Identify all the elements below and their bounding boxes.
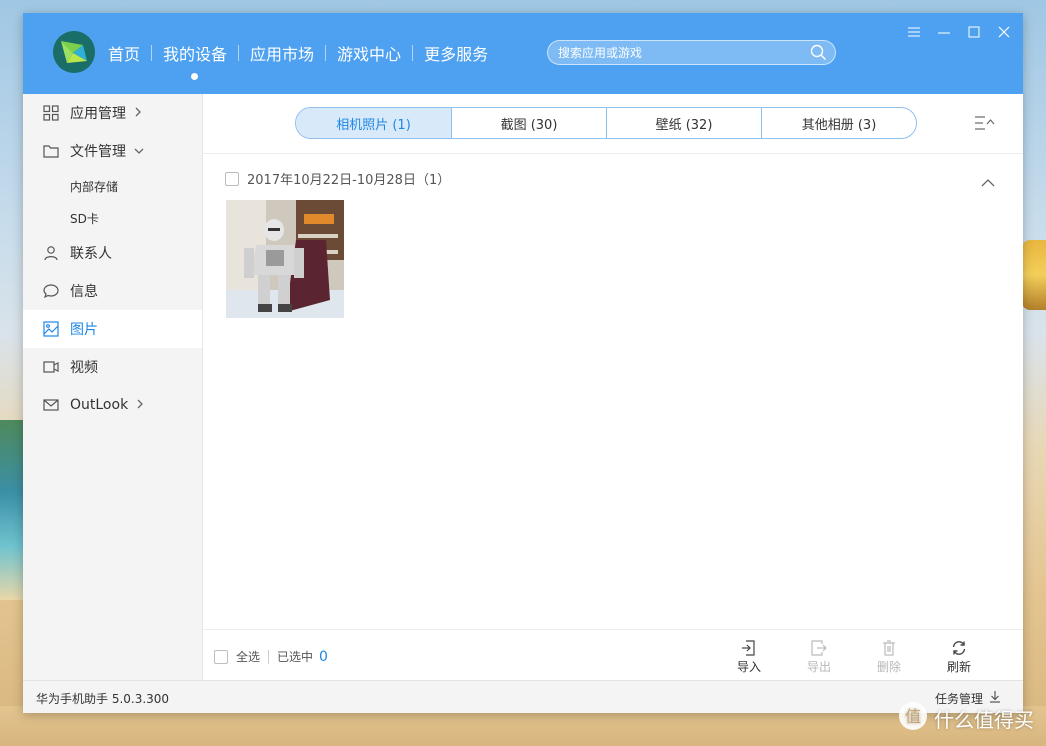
sidebar-item-label: 内部存储 [70,179,119,194]
tab-screenshots[interactable]: 截图 (30) [451,108,606,138]
selected-label: 已选中 [277,650,314,664]
main-content: 相机照片 (1) 截图 (30) 壁纸 (32) 其他相册 (3) 2017年1… [203,94,1023,680]
grid-icon [43,105,59,121]
delete-button[interactable]: 删除 [869,638,909,675]
sidebar-item-outlook[interactable]: OutLook [23,386,202,424]
watermark-text: 什么值得买 [934,708,1034,732]
chevron-right-icon [136,397,144,413]
trash-icon [869,638,909,658]
sidebar-item-label: 视频 [70,360,98,376]
group-checkbox[interactable] [225,171,239,186]
sidebar-item-label: SD卡 [70,211,99,226]
refresh-button[interactable]: 刷新 [939,638,979,675]
nav-game-center[interactable]: 游戏中心 [326,41,412,65]
folder-icon [43,143,59,159]
chevron-right-icon [134,105,142,121]
divider [203,153,1023,154]
album-tabs: 相机照片 (1) 截图 (30) 壁纸 (32) 其他相册 (3) [295,107,917,139]
bottom-toolbar: 全选 已选中 0 导入 导出 删除 刷新 [203,629,1023,680]
watermark: 值 什么值得买 [898,701,1034,736]
tab-wallpapers[interactable]: 壁纸 (32) [606,108,761,138]
status-bar: 华为手机助手 5.0.3.300 任务管理 [23,680,1023,713]
import-label: 导入 [736,660,761,674]
search-input[interactable] [556,44,800,61]
date-group-label: 2017年10月22日-10月28日（1） [247,173,451,188]
main-nav: 首页 我的设备 应用市场 游戏中心 更多服务 [97,41,499,80]
active-nav-indicator [191,73,199,80]
chevron-up-icon[interactable] [981,172,995,191]
menu-icon[interactable] [905,23,923,41]
delete-label: 删除 [876,660,901,674]
tab-camera-photos[interactable]: 相机照片 (1) [296,108,451,138]
sidebar-item-videos[interactable]: 视频 [23,348,202,386]
maximize-icon[interactable] [965,23,983,41]
export-icon [799,638,839,658]
person-icon [43,245,59,261]
sidebar-item-contacts[interactable]: 联系人 [23,234,202,272]
nav-my-device[interactable]: 我的设备 [152,41,238,80]
sidebar-item-app-management[interactable]: 应用管理 [23,94,202,132]
sidebar-item-label: 联系人 [70,246,112,262]
import-button[interactable]: 导入 [729,638,769,675]
chat-icon [43,283,59,299]
separator [268,649,270,664]
window-controls [905,23,1013,41]
close-icon[interactable] [995,23,1013,41]
select-all-area: 全选 已选中 0 [214,648,328,665]
search-box [547,40,836,65]
video-icon [43,359,59,375]
sidebar-item-internal-storage[interactable]: 内部存储 [23,170,202,202]
sidebar: 应用管理 文件管理 内部存储 SD卡 联系人 信息 图片 视频 OutLook [23,94,203,680]
chevron-down-icon [134,143,144,159]
top-bar: 首页 我的设备 应用市场 游戏中心 更多服务 [23,13,1023,94]
nav-app-market[interactable]: 应用市场 [239,41,325,65]
sidebar-item-label: 信息 [70,284,98,300]
sidebar-item-label: 应用管理 [70,106,126,122]
tab-other-albums[interactable]: 其他相册 (3) [761,108,916,138]
photo-thumbnail[interactable] [226,200,344,318]
select-all-checkbox[interactable] [214,649,228,664]
select-all-label[interactable]: 全选 [236,648,260,665]
svg-text:值: 值 [905,707,921,726]
app-logo[interactable] [53,31,95,73]
selected-count: 0 [319,648,328,665]
sidebar-item-label: 文件管理 [70,144,126,160]
nav-home[interactable]: 首页 [97,41,151,65]
import-icon [729,638,769,658]
sidebar-item-file-management[interactable]: 文件管理 [23,132,202,170]
export-label: 导出 [806,660,831,674]
minimize-icon[interactable] [935,23,953,41]
sidebar-item-pictures[interactable]: 图片 [23,310,202,348]
sidebar-item-label: 图片 [70,322,98,338]
date-group-header: 2017年10月22日-10月28日（1） [225,169,450,188]
sort-icon[interactable] [975,115,995,134]
export-button[interactable]: 导出 [799,638,839,675]
version-label: 华为手机助手 5.0.3.300 [36,692,170,706]
sidebar-item-label: OutLook [70,397,129,413]
nav-more-services[interactable]: 更多服务 [413,41,499,65]
refresh-icon [939,638,979,658]
search-icon[interactable] [810,44,827,65]
sidebar-item-messages[interactable]: 信息 [23,272,202,310]
sidebar-item-sd-card[interactable]: SD卡 [23,202,202,234]
app-window: 首页 我的设备 应用市场 游戏中心 更多服务 应用管理 [23,13,1023,713]
mail-icon [43,397,59,413]
watermark-logo-icon: 值 [898,701,928,736]
refresh-label: 刷新 [946,660,971,674]
desktop-background-right [1022,240,1046,310]
image-icon [43,321,59,337]
